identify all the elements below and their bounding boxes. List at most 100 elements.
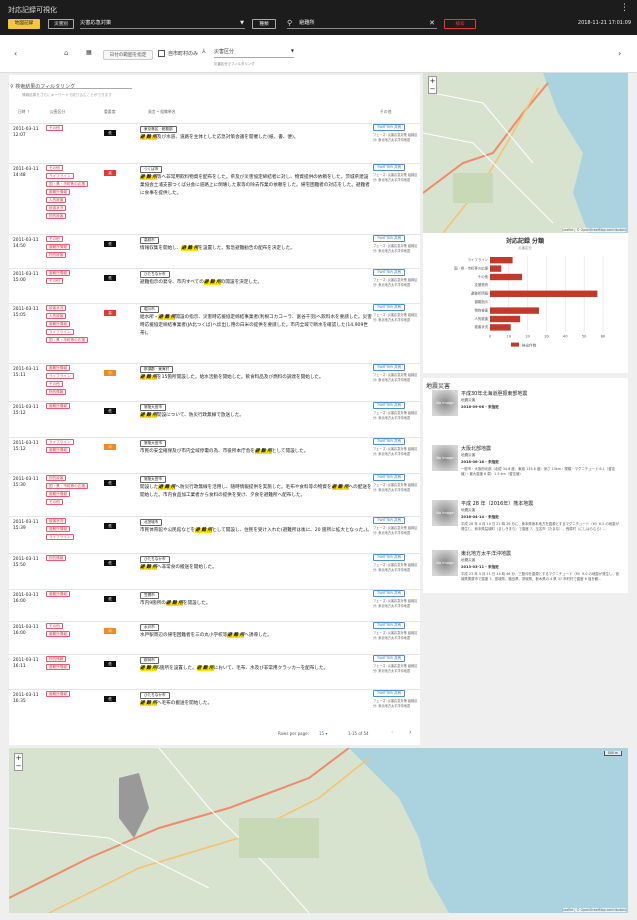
category-tag: 国・県・市町等の応援	[46, 483, 88, 489]
row-divider	[9, 163, 420, 164]
col-other: その他	[380, 109, 392, 114]
bar	[490, 265, 502, 272]
twitter-share-button[interactable]: TWITTER 共有	[373, 304, 406, 311]
map-record-button[interactable]: 地図記録	[8, 19, 40, 29]
search-input[interactable]: ⚲ 避難所 ✕	[287, 17, 437, 29]
disaster-select[interactable]: 災害応急対策 ▼	[80, 17, 245, 29]
kind-button[interactable]: 種類	[252, 19, 276, 29]
more-menu-icon[interactable]: ⋮	[620, 3, 629, 13]
disaster-date: 2013-03-11 - 未指定	[461, 565, 499, 569]
phase-info: フェーズ: 災害応急対策 組織区分: 東北地方太平洋沖地震	[373, 631, 418, 640]
category-tag: 避難所情報	[46, 270, 70, 276]
twitter-share-button[interactable]: TWITTER 共有	[373, 402, 406, 409]
page-next-icon[interactable]: ›	[409, 729, 411, 736]
category-tag: 避難所情報	[46, 691, 70, 697]
clear-icon[interactable]: ✕	[429, 17, 435, 29]
disaster-item[interactable]: No Image 平成30年北海道胆振東部地震 地震災害 2018-09-06 …	[432, 390, 632, 436]
filter-title-text: 検索結果のフィルタリング	[15, 84, 76, 90]
importance-badge: 低	[104, 480, 116, 486]
keyword-highlight: 避 難 所	[181, 246, 199, 251]
chevron-down-icon: ▼	[240, 20, 244, 26]
rows-per-page-label: Rows per page:	[278, 731, 309, 736]
filter-input[interactable]	[22, 88, 132, 89]
rows-per-page-select[interactable]: 15 ▾	[319, 731, 327, 736]
zoom-out-icon[interactable]: −	[429, 85, 436, 93]
twitter-share-button[interactable]: TWITTER 共有	[373, 269, 406, 276]
date-range-button[interactable]: 日付の範囲を指定	[103, 50, 153, 60]
page-prev-icon[interactable]: ‹	[391, 729, 393, 736]
col-statement: 発言 • 組織単名	[148, 109, 176, 114]
y-tick-label: 物的被害	[474, 307, 488, 312]
statement-text: 開設した避 難 所へ防災行政無線を活用し、随時情報提供を実施した。毛布や食料等の…	[140, 485, 372, 498]
twitter-share-button[interactable]: TWITTER 共有	[373, 655, 406, 662]
bar	[490, 273, 523, 281]
twitter-share-button[interactable]: TWITTER 共有	[373, 690, 406, 697]
source-org: ひたちなか市	[140, 271, 170, 278]
map-bottom-tiles	[9, 748, 628, 913]
twitter-share-button[interactable]: TWITTER 共有	[373, 517, 406, 524]
map-bottom-zoom[interactable]: + −	[14, 753, 23, 771]
disaster-item[interactable]: No Image 平成 28 年（2016年）熊本地震 地震災害 2016-04…	[432, 500, 632, 546]
zoom-in-icon[interactable]: +	[15, 754, 22, 762]
disaster-title: 東北地方太平洋沖地震	[461, 551, 512, 557]
importance-badge: 低	[104, 275, 116, 281]
row-divider	[9, 589, 420, 590]
statement-text: 避 難 所6箇所を設置した。避 難 所において、毛布、水及び非常用クラッカーを配…	[140, 666, 329, 671]
disaster-type: 地震災害	[461, 508, 476, 512]
bar	[490, 290, 598, 297]
twitter-share-button[interactable]: TWITTER 共有	[373, 124, 406, 131]
datetime: 2018-11-21 17:01:09	[577, 20, 631, 26]
phase-info: フェーズ: 災害応急対策 組織区分: 東北地方太平洋沖地震	[373, 373, 418, 382]
category-tag: 被害状況	[46, 205, 67, 211]
zoom-in-icon[interactable]: +	[429, 77, 436, 85]
row-divider	[9, 401, 420, 402]
importance-badge: 低	[104, 130, 116, 136]
row-divider	[9, 123, 420, 124]
category-tag: 被害状況	[46, 305, 67, 311]
search-button[interactable]: 検索	[444, 19, 476, 29]
twitter-share-button[interactable]: TWITTER 共有	[373, 474, 406, 481]
importance-badge: 低	[104, 241, 116, 247]
map-top-zoom[interactable]: + −	[428, 76, 437, 94]
row-divider	[9, 689, 420, 690]
grid-icon[interactable]: ▦	[86, 49, 92, 56]
statement-text: 避 難 所へ毛布の搬送を開始した。	[140, 701, 213, 706]
twitter-share-button[interactable]: TWITTER 共有	[373, 590, 406, 597]
statement-text: 避 難 所を15箇所開設した。給水活動を開始した。飲食料品及び燃料の調達を開始し…	[140, 375, 324, 380]
disaster-item[interactable]: No Image 大阪北部地震 地震災害 2018-06-18 - 未指定 一般…	[432, 445, 632, 491]
map-bottom[interactable]: + − 500 m Leaflet | © OpenStreetMap contr…	[9, 748, 628, 913]
municipal-label: 自市町村のみ	[168, 51, 199, 57]
page-range: 1-15 of 54	[348, 731, 369, 736]
next-arrow-icon[interactable]: ›	[618, 49, 621, 58]
disaster-filter-button[interactable]: 災害別	[48, 19, 74, 29]
prev-arrow-icon[interactable]: ‹	[14, 49, 17, 58]
twitter-share-button[interactable]: TWITTER 共有	[373, 554, 406, 561]
importance-badge: 中	[104, 444, 116, 450]
statement-text: 避 難 所及び水道、道路を主体とした応急対策会議を開催した(紙、書、便)。	[140, 135, 299, 140]
twitter-share-button[interactable]: TWITTER 共有	[373, 235, 406, 242]
disaster-type: 地震災害	[461, 453, 476, 457]
disaster-item[interactable]: No Image 東北地方太平洋沖地震 地震災害 2013-03-11 - 未指…	[432, 550, 632, 596]
twitter-share-button[interactable]: TWITTER 共有	[373, 622, 406, 629]
bar	[490, 324, 511, 331]
phase-info: フェーズ: 災害応急対策 組織区分: 東北地方太平洋沖地震	[373, 664, 418, 673]
chart-subtitle: 災害区分	[518, 245, 532, 250]
statement-text: 避 難 所等へ非常用飲料物資を配布をした。県及び災害協定締結者に対し、物資提供の…	[140, 175, 370, 196]
disaster-select-value: 災害応急対策	[80, 20, 112, 26]
municipal-checkbox[interactable]	[158, 50, 165, 57]
twitter-share-button[interactable]: TWITTER 共有	[373, 164, 406, 171]
zoom-out-icon[interactable]: −	[15, 762, 22, 770]
category-select[interactable]: 災害区分 ▼	[214, 48, 294, 58]
map-top[interactable]: + − Leaflet | © OpenStreetMap contributor…	[423, 73, 628, 233]
twitter-share-button[interactable]: TWITTER 共有	[373, 364, 406, 371]
x-tick-label: 10	[507, 335, 512, 339]
keyword-highlight: 避 難 所	[140, 175, 157, 180]
twitter-share-button[interactable]: TWITTER 共有	[373, 438, 406, 445]
category-tag: 物的被害	[46, 213, 67, 219]
keyword-highlight: 避 難 所	[158, 485, 176, 490]
map-top-tiles	[423, 73, 628, 233]
col-date[interactable]: 日時 ⇡	[18, 109, 30, 115]
phase-info: フェーズ: 災害応急対策 組織区分: 東北地方太平洋沖地震	[373, 483, 418, 492]
home-icon[interactable]: ⌂	[64, 49, 68, 57]
app-title: 対応記録可視化	[8, 6, 57, 14]
